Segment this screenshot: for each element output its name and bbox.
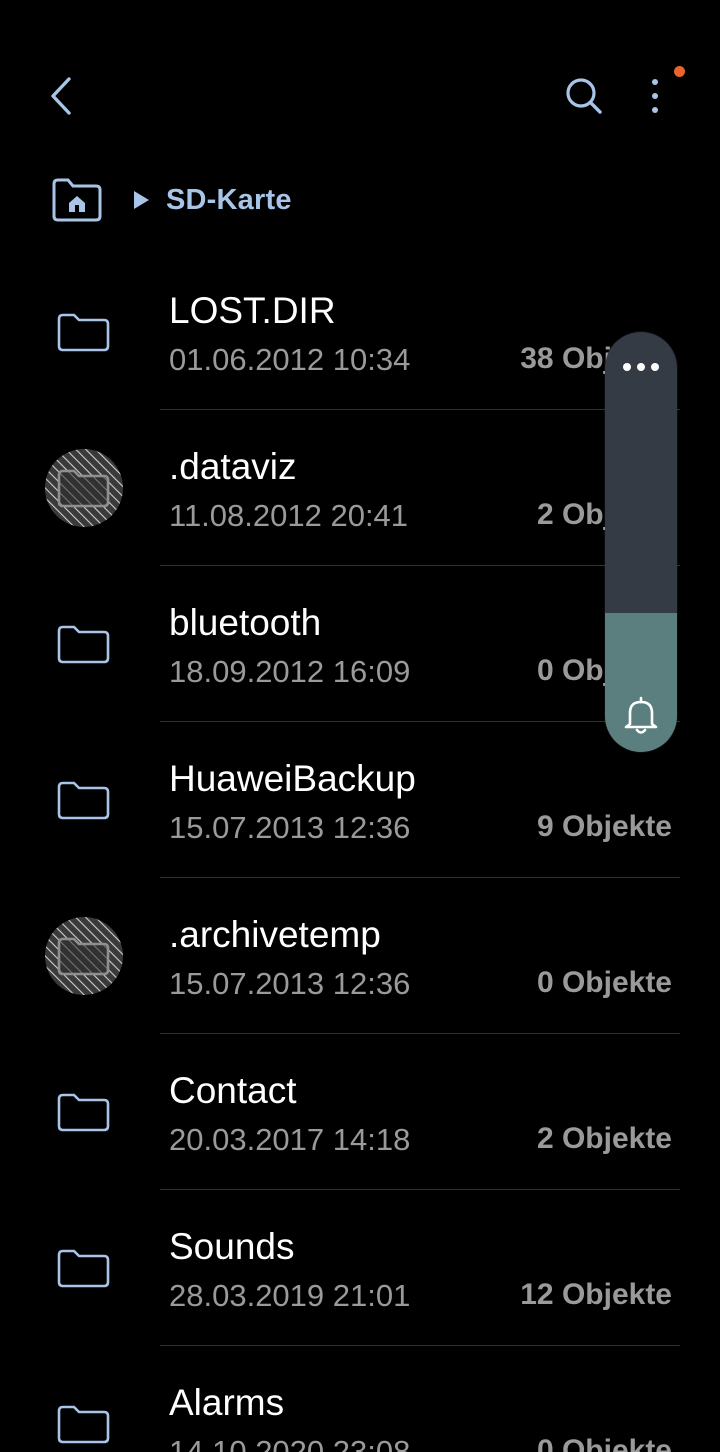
folder-icon bbox=[44, 292, 124, 372]
list-item[interactable]: Contact 20.03.2017 14:18 2 Objekte bbox=[0, 1034, 720, 1190]
top-app-bar bbox=[0, 0, 720, 190]
chevron-left-icon bbox=[51, 77, 71, 115]
folder-date: 28.03.2019 21:01 bbox=[169, 1278, 411, 1313]
folder-icon bbox=[44, 1072, 124, 1152]
notification-bell-button[interactable] bbox=[621, 694, 661, 736]
folder-date: 14.10.2020 23:08 bbox=[169, 1434, 411, 1452]
home-folder-icon bbox=[52, 178, 102, 222]
folder-item-count: 2 Objekte bbox=[536, 1122, 672, 1155]
notification-dot bbox=[674, 66, 685, 77]
folder-icon bbox=[44, 760, 124, 840]
more-horizontal-icon bbox=[623, 363, 659, 371]
breadcrumb-current[interactable]: SD-Karte bbox=[166, 184, 292, 217]
hidden-folder-icon bbox=[44, 448, 124, 528]
more-options-button[interactable] bbox=[632, 70, 680, 122]
breadcrumb: SD-Karte bbox=[48, 172, 292, 228]
folder-item-count: 9 Objekte bbox=[536, 810, 672, 843]
folder-name: .dataviz bbox=[169, 446, 297, 487]
play-arrow-icon bbox=[134, 191, 149, 209]
floating-side-panel[interactable] bbox=[605, 332, 677, 752]
folder-icon bbox=[44, 1384, 124, 1452]
more-vertical-icon bbox=[652, 79, 658, 113]
hidden-folder-icon bbox=[44, 916, 124, 996]
folder-date: 01.06.2012 10:34 bbox=[169, 342, 411, 377]
folder-icon bbox=[44, 604, 124, 684]
back-button[interactable] bbox=[36, 70, 88, 122]
folder-name: .archivetemp bbox=[169, 914, 381, 955]
folder-name: Sounds bbox=[169, 1226, 295, 1267]
folder-date: 11.08.2012 20:41 bbox=[169, 498, 409, 533]
home-button[interactable] bbox=[48, 174, 106, 226]
folder-item-count: 0 Objekte bbox=[536, 966, 672, 999]
folder-name: HuaweiBackup bbox=[169, 758, 416, 799]
folder-date: 18.09.2012 16:09 bbox=[169, 654, 411, 689]
file-manager-screen: SD-Karte LOST.DIR 01.06.2012 10:34 38 Obje… bbox=[0, 0, 720, 1452]
folder-name: Contact bbox=[169, 1070, 297, 1111]
folder-name: LOST.DIR bbox=[169, 290, 336, 331]
search-icon bbox=[566, 78, 602, 114]
bell-icon bbox=[624, 696, 658, 734]
search-button[interactable] bbox=[558, 70, 610, 122]
folder-icon bbox=[44, 1228, 124, 1308]
list-item[interactable]: Alarms 14.10.2020 23:08 0 Objekte bbox=[0, 1346, 720, 1452]
list-item[interactable]: .archivetemp 15.07.2013 12:36 0 Objekte bbox=[0, 878, 720, 1034]
list-item[interactable]: Sounds 28.03.2019 21:01 12 Objekte bbox=[0, 1190, 720, 1346]
folder-item-count: 12 Objekte bbox=[520, 1278, 672, 1311]
folder-name: bluetooth bbox=[169, 602, 322, 643]
folder-item-count: 0 Objekte bbox=[536, 1434, 672, 1452]
folder-date: 15.07.2013 12:36 bbox=[169, 966, 411, 1001]
folder-date: 20.03.2017 14:18 bbox=[169, 1122, 411, 1157]
folder-date: 15.07.2013 12:36 bbox=[169, 810, 411, 845]
panel-menu-button[interactable] bbox=[605, 346, 677, 386]
folder-name: Alarms bbox=[169, 1382, 285, 1423]
